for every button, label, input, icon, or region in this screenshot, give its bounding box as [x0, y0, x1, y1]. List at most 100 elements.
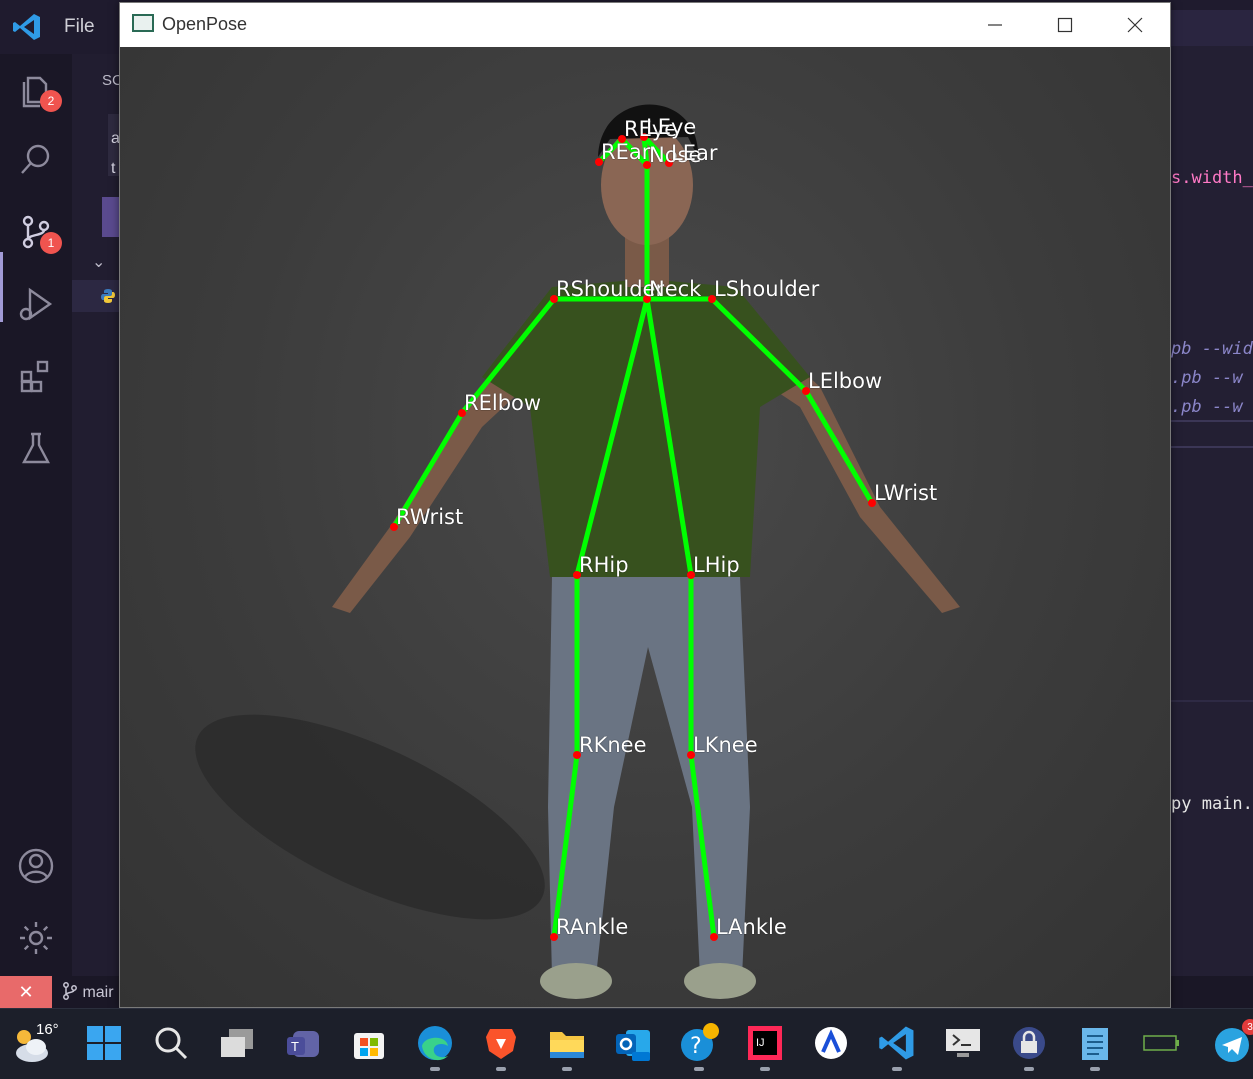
desktop: File 2 1 SC a t ⌄ s.width_ pb --wid .pb … [0, 0, 1253, 1079]
close-icon [1127, 17, 1143, 33]
account-icon[interactable] [14, 844, 58, 888]
window-titlebar[interactable]: OpenPose [120, 3, 1170, 47]
window-title: OpenPose [162, 14, 248, 34]
label-rwrist: RWrist [396, 505, 464, 529]
settings-gear-icon[interactable] [14, 916, 58, 960]
label-lhip: LHip [693, 553, 740, 577]
menu-file[interactable]: File [64, 16, 95, 38]
battery-glyph-icon [1143, 1035, 1179, 1051]
side-bar: SC a t ⌄ [72, 54, 128, 976]
label-leye: LEye [646, 115, 697, 139]
svg-text:?: ? [690, 1034, 702, 1059]
minimize-icon [988, 24, 1002, 26]
temperature: 16° [36, 1021, 59, 1038]
start-icon[interactable] [84, 1023, 124, 1063]
divider [1171, 420, 1253, 422]
folder-icon [550, 1032, 584, 1058]
terminal-line: py main. [1171, 794, 1253, 814]
editor-tab-strip [1171, 10, 1253, 46]
file-explorer-icon[interactable] [547, 1023, 587, 1071]
code-line: .pb --w [1171, 368, 1243, 388]
intellij-glyph-icon: IJ [748, 1026, 782, 1060]
telegram-icon[interactable]: 3 [1212, 1019, 1253, 1063]
maximize-button[interactable] [1030, 5, 1100, 45]
get-help-icon: ? [681, 1023, 719, 1061]
terminal-text: py main. [1171, 794, 1253, 814]
chevron-down-icon[interactable]: ⌄ [92, 252, 105, 272]
vscode-glyph-icon [879, 1026, 914, 1060]
terminal-glyph-icon [946, 1029, 980, 1057]
task-view-icon[interactable] [217, 1023, 257, 1063]
limb-neck-rhip [574, 298, 650, 576]
commit-button[interactable] [102, 197, 120, 237]
taskbar: 16° T ? IJ 3 [0, 1008, 1253, 1079]
store-bag-icon [354, 1033, 384, 1059]
extensions-icon[interactable] [14, 354, 58, 398]
minimize-button[interactable] [960, 5, 1030, 45]
outlook-glyph-icon [616, 1030, 650, 1061]
label-neck: Neck [649, 277, 702, 301]
running-indicator [496, 1067, 506, 1071]
vscode-logo-icon [13, 14, 40, 40]
divider [1171, 700, 1253, 702]
label-rankle: RAnkle [556, 915, 629, 939]
code-line: .pb --w [1171, 397, 1243, 417]
label-rshoulder: RShoulder [556, 277, 665, 301]
help-icon[interactable]: ? [679, 1023, 719, 1071]
active-indicator [0, 252, 3, 322]
branch-indicator[interactable]: mair [62, 982, 114, 1002]
label-lknee: LKnee [693, 733, 758, 757]
search-icon[interactable] [14, 138, 58, 182]
edge-icon[interactable] [415, 1023, 455, 1071]
keepass-icon[interactable] [1009, 1023, 1049, 1071]
running-indicator [1090, 1067, 1100, 1071]
running-indicator [892, 1067, 902, 1071]
app-icon [132, 14, 154, 32]
outlook-icon[interactable] [613, 1023, 653, 1063]
arc-glyph-icon [815, 1027, 847, 1059]
label-rhip: RHip [579, 553, 629, 577]
branch-name: mair [82, 984, 114, 1001]
arc-icon[interactable] [811, 1023, 851, 1063]
brave-lion-icon [486, 1029, 516, 1059]
explorer-icon[interactable]: 2 [14, 68, 62, 112]
pose-canvas: REye LEye REar Nose LEar RShoulder Neck … [120, 47, 1170, 1007]
edge-glyph-icon [418, 1026, 452, 1061]
limb-lshoulder-lelbow [710, 297, 808, 393]
limb-rknee-rankle [551, 754, 580, 938]
teams-icon[interactable]: T [283, 1023, 323, 1063]
code-text: .pb --w [1171, 368, 1243, 388]
divider [1171, 446, 1253, 448]
vscode-icon[interactable] [877, 1023, 917, 1071]
brave-icon[interactable] [481, 1023, 521, 1071]
maximize-icon [1057, 17, 1073, 33]
label-lwrist: LWrist [874, 481, 938, 505]
intellij-icon[interactable]: IJ [745, 1023, 785, 1071]
run-debug-icon[interactable] [14, 282, 58, 326]
svg-text:IJ: IJ [756, 1037, 765, 1049]
openpose-window: OpenPose REye LEye REar Nose LEar RShoul… [119, 2, 1171, 1008]
svg-text:T: T [291, 1039, 299, 1054]
running-indicator [760, 1067, 770, 1071]
code-line: s.width_ [1171, 168, 1253, 188]
notepad-icon[interactable] [1075, 1023, 1115, 1071]
code-text: pb --wid [1171, 339, 1253, 359]
notification-badge: 3 [1242, 1019, 1253, 1035]
notepad-glyph-icon [1082, 1028, 1108, 1060]
source-control-icon[interactable]: 1 [14, 210, 62, 254]
close-button[interactable] [1100, 5, 1170, 45]
label-relbow: RElbow [464, 391, 542, 415]
git-branch-icon [63, 982, 77, 1000]
search-icon[interactable] [151, 1023, 191, 1063]
testing-icon[interactable] [14, 426, 58, 470]
running-indicator [562, 1067, 572, 1071]
activity-bar: 2 1 [0, 54, 72, 976]
running-indicator [694, 1067, 704, 1071]
limb-neck-lhip [644, 298, 694, 576]
battery-icon[interactable] [1142, 1023, 1182, 1063]
running-indicator [1024, 1067, 1034, 1071]
explorer-badge: 2 [40, 90, 62, 112]
remote-icon[interactable]: ✕ [0, 976, 52, 1008]
store-icon[interactable] [349, 1023, 389, 1063]
terminal-icon[interactable] [943, 1023, 983, 1063]
